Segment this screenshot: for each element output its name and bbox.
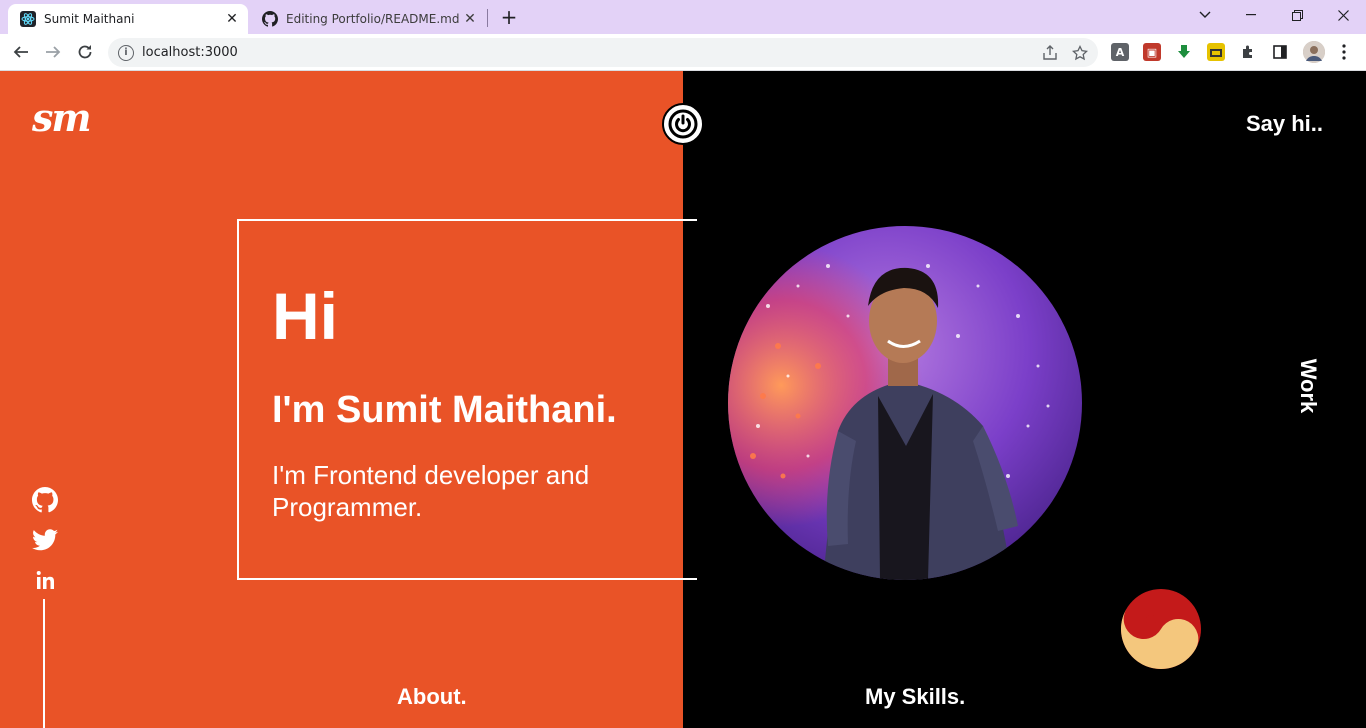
- my-skills-link[interactable]: My Skills.: [865, 684, 965, 710]
- close-window-button[interactable]: [1328, 4, 1358, 26]
- share-icon[interactable]: [1038, 41, 1062, 65]
- tab-divider: [487, 9, 488, 27]
- profile-avatar[interactable]: [1303, 41, 1325, 63]
- social-divider-line: [43, 599, 45, 728]
- folder-extension-icon[interactable]: [1207, 43, 1225, 61]
- tab-title: Sumit Maithani: [44, 12, 135, 26]
- portfolio-page: sm Say hi.. Work Hi I'm Sumit Maithani. …: [0, 71, 1366, 728]
- extensions-puzzle-icon[interactable]: [1239, 43, 1257, 61]
- intro-name: I'm Sumit Maithani.: [272, 389, 617, 431]
- intro-greeting: Hi: [272, 279, 338, 353]
- linkedin-icon[interactable]: [32, 567, 58, 593]
- address-bar[interactable]: i localhost:3000: [108, 38, 1098, 67]
- site-info-icon[interactable]: i: [118, 44, 134, 61]
- react-icon: [20, 11, 36, 27]
- bookmark-star-icon[interactable]: [1068, 41, 1092, 65]
- about-link[interactable]: About.: [397, 684, 467, 710]
- theme-toggle-button[interactable]: [662, 103, 704, 145]
- site-logo[interactable]: sm: [32, 99, 92, 137]
- close-tab-icon[interactable]: ✕: [222, 9, 242, 29]
- side-panel-icon[interactable]: [1271, 43, 1289, 61]
- close-tab-icon[interactable]: ✕: [460, 9, 480, 29]
- power-icon: [668, 109, 698, 139]
- github-icon[interactable]: [32, 487, 58, 513]
- work-link[interactable]: Work: [1293, 348, 1323, 424]
- intro-role: I'm Frontend developer and Programmer.: [272, 460, 590, 522]
- say-hi-link[interactable]: Say hi..: [1246, 111, 1323, 137]
- browser-tab-strip: Sumit Maithani ✕ Editing Portfolio/READM…: [0, 0, 1366, 34]
- yin-yang-icon[interactable]: [1121, 589, 1201, 669]
- tab-search-icon[interactable]: [1190, 4, 1220, 26]
- twitter-icon[interactable]: [32, 527, 58, 553]
- back-button[interactable]: [8, 39, 34, 65]
- forward-button[interactable]: [40, 39, 66, 65]
- url-text[interactable]: localhost:3000: [142, 45, 1038, 60]
- new-tab-button[interactable]: +: [498, 5, 520, 29]
- reload-button[interactable]: [72, 39, 98, 65]
- github-icon: [262, 11, 278, 27]
- restore-window-button[interactable]: [1282, 4, 1312, 26]
- profile-photo: [728, 226, 1082, 580]
- tab-title: Editing Portfolio/README.md at: [286, 12, 460, 26]
- minimize-window-button[interactable]: [1236, 4, 1266, 26]
- intro-box: Hi I'm Sumit Maithani. I'm Frontend deve…: [237, 219, 697, 580]
- tab-editing-readme[interactable]: Editing Portfolio/README.md at ✕: [250, 4, 486, 34]
- browser-toolbar: i localhost:3000 A ▣: [0, 34, 1366, 71]
- download-extension-icon[interactable]: [1175, 43, 1193, 61]
- browser-menu-icon[interactable]: [1335, 43, 1353, 61]
- tab-sumit-maithani[interactable]: Sumit Maithani ✕: [8, 4, 248, 34]
- translate-extension-icon[interactable]: A: [1111, 43, 1129, 61]
- screenshot-extension-icon[interactable]: ▣: [1143, 43, 1161, 61]
